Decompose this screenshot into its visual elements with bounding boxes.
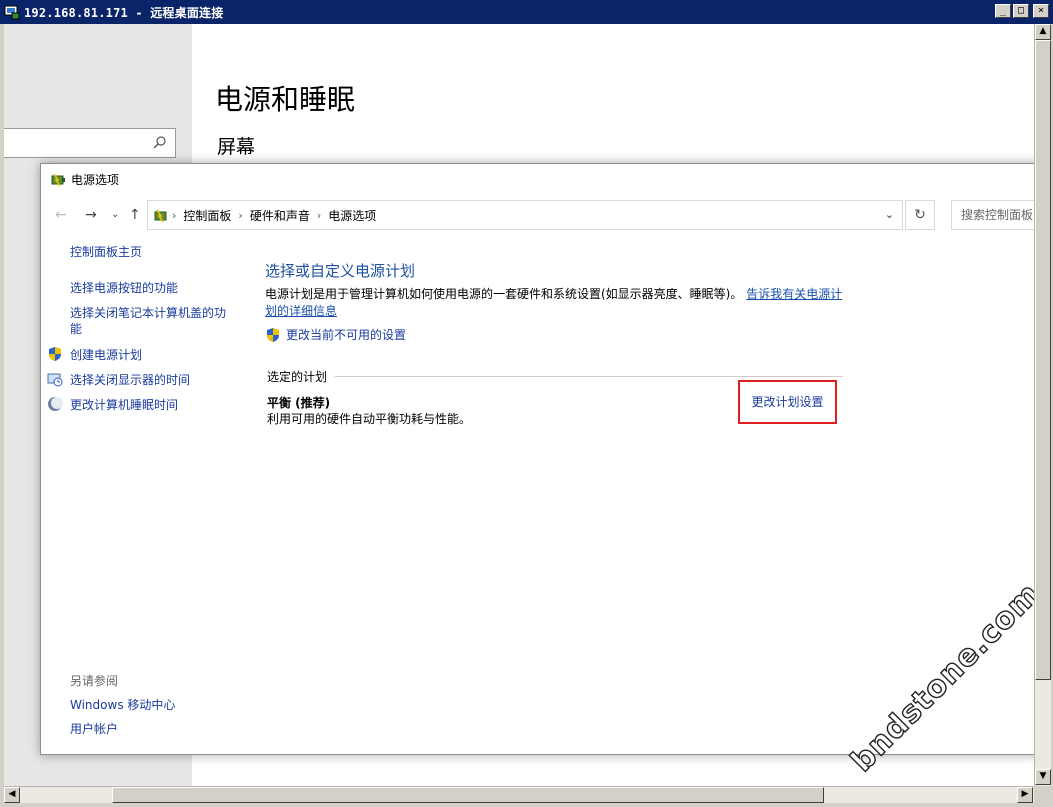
forward-arrow-icon[interactable]: → <box>85 207 97 223</box>
control-panel-search-input[interactable]: 搜索控制面板 <box>951 200 1034 230</box>
change-plan-settings-link[interactable]: 更改计划设置 <box>738 380 837 424</box>
power-options-icon <box>51 173 65 187</box>
power-options-title: 电源选项 <box>71 172 120 187</box>
create-plan-link[interactable]: 创建电源计划 <box>70 347 240 363</box>
back-arrow-icon[interactable]: ← <box>55 207 67 223</box>
scroll-right-icon[interactable]: ▶ <box>1017 787 1033 803</box>
change-unavailable-settings-link[interactable]: 更改当前不可用的设置 <box>265 326 406 343</box>
windows-mobility-center-link[interactable]: Windows 移动中心 <box>70 697 240 713</box>
rdp-window-title: 192.168.81.171 - 远程桌面连接 <box>24 5 224 20</box>
scroll-down-icon[interactable]: ▼ <box>1035 769 1051 785</box>
shield-icon <box>49 347 61 361</box>
recent-dropdown-icon[interactable]: ⌄ <box>111 209 119 220</box>
display-off-time-link[interactable]: 选择关闭显示器的时间 <box>70 372 240 388</box>
power-options-window: 电源选项 ← → ⌄ ↑ › 控制面板 › 硬件和声音 › 电源选项 ⌄ ↻ 搜… <box>40 163 1034 755</box>
see-also-label: 另请参阅 <box>70 674 119 688</box>
maximize-button[interactable]: □ <box>1013 4 1029 18</box>
breadcrumb-separator-icon: › <box>172 208 177 222</box>
breadcrumb-control-panel[interactable]: 控制面板 <box>183 207 231 224</box>
sleep-time-link[interactable]: 更改计算机睡眠时间 <box>70 397 240 413</box>
main-description: 电源计划是用于管理计算机如何使用电源的一套硬件和系统设置(如显示器亮度、睡眠等)… <box>265 286 845 320</box>
settings-search-input[interactable] <box>4 128 176 158</box>
power-button-link[interactable]: 选择电源按钮的功能 <box>70 280 240 296</box>
control-panel-icon <box>154 209 167 223</box>
scroll-left-icon[interactable]: ◀ <box>4 787 20 803</box>
settings-section-title: 屏幕 <box>217 136 256 158</box>
refresh-icon[interactable]: ↻ <box>905 200 935 230</box>
group-divider <box>335 376 843 377</box>
power-options-title-bar: 电源选项 <box>41 164 1034 194</box>
horizontal-scrollbar[interactable]: ◀ ▶ <box>4 786 1034 803</box>
selected-plan-label: 选定的计划 <box>267 370 328 384</box>
breadcrumb-separator-icon: › <box>238 208 243 222</box>
minimize-button[interactable]: _ <box>995 4 1011 18</box>
remote-desktop-icon <box>4 5 20 20</box>
settings-page-title: 电源和睡眠 <box>215 83 356 116</box>
plan-name: 平衡 (推荐) <box>267 396 331 410</box>
rdp-title-bar: 192.168.81.171 - 远程桌面连接 _ □ × <box>0 0 1053 24</box>
horizontal-scroll-thumb[interactable] <box>112 787 824 803</box>
description-text: 电源计划是用于管理计算机如何使用电源的一套硬件和系统设置(如显示器亮度、睡眠等)… <box>265 287 743 301</box>
breadcrumb-separator-icon: › <box>316 208 322 222</box>
breadcrumb-power-options[interactable]: 电源选项 <box>328 207 376 224</box>
sleep-moon-icon <box>48 397 63 411</box>
search-icon <box>153 135 167 153</box>
scrollbar-corner <box>1034 786 1051 803</box>
shield-icon <box>267 327 279 342</box>
vertical-scroll-thumb[interactable] <box>1035 40 1051 680</box>
main-heading: 选择或自定义电源计划 <box>265 262 416 280</box>
scroll-up-icon[interactable]: ▲ <box>1035 24 1051 40</box>
control-panel-home-link[interactable]: 控制面板主页 <box>70 244 240 260</box>
user-accounts-link[interactable]: 用户帐户 <box>70 721 240 737</box>
address-bar[interactable]: › 控制面板 › 硬件和声音 › 电源选项 ⌄ <box>147 200 903 230</box>
close-button[interactable]: × <box>1033 4 1049 18</box>
vertical-scrollbar[interactable]: ▲ ▼ <box>1034 24 1051 786</box>
lid-close-link[interactable]: 选择关闭笔记本计算机盖的功能 <box>70 305 235 337</box>
remote-desktop-area: 电源和睡眠 屏幕 电源选项 ← → ⌄ ↑ › 控制面板 › 硬件和声音 › 电… <box>4 24 1034 786</box>
up-arrow-icon[interactable]: ↑ <box>129 207 141 223</box>
change-unavailable-settings-label: 更改当前不可用的设置 <box>286 328 407 342</box>
address-dropdown-icon[interactable]: ⌄ <box>885 208 894 221</box>
navigation-bar: ← → ⌄ ↑ › 控制面板 › 硬件和声音 › 电源选项 ⌄ ↻ 搜索控制面板 <box>41 198 1034 230</box>
plan-description: 利用可用的硬件自动平衡功耗与性能。 <box>267 412 472 426</box>
display-clock-icon <box>47 373 63 387</box>
breadcrumb-hardware-sound[interactable]: 硬件和声音 <box>250 207 310 224</box>
